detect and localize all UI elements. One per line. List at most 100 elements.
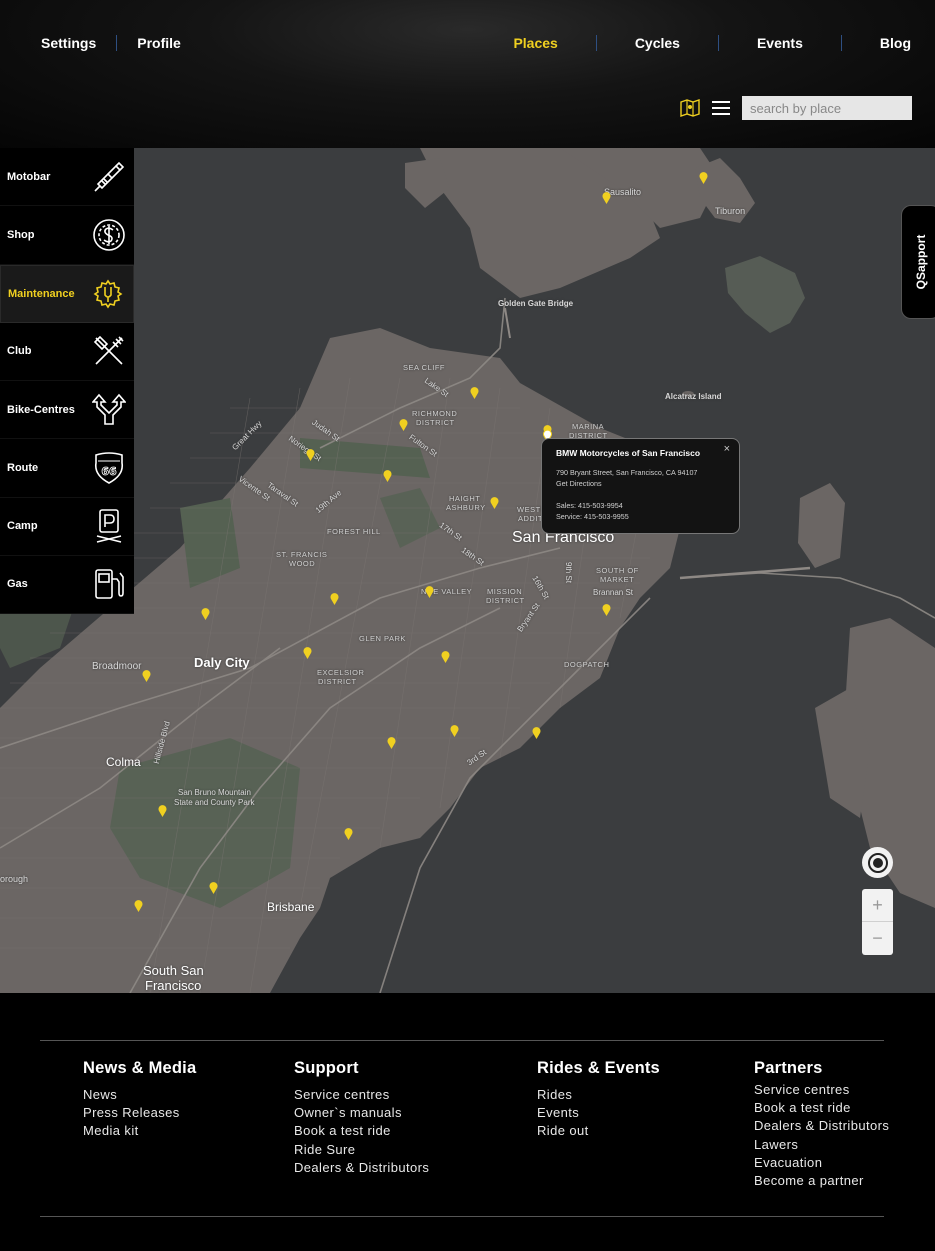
zoom-out-button[interactable]: −	[862, 922, 893, 955]
map-label: FOREST HILL	[327, 527, 381, 536]
qsupport-tab[interactable]: QSapport	[901, 205, 935, 319]
footer-link[interactable]: Media kit	[83, 1122, 196, 1140]
map-toolbar	[680, 96, 912, 120]
map-pin-icon[interactable]	[383, 470, 392, 482]
place-info-popup: BMW Motorcycles of San Francisco × 790 B…	[541, 438, 740, 534]
map-pin-icon[interactable]	[306, 449, 315, 461]
footer-link[interactable]: Book a test ride	[294, 1122, 429, 1140]
popup-close-button[interactable]: ×	[724, 443, 730, 455]
search-input[interactable]	[742, 96, 912, 120]
popup-address: 790 Bryant Street, San Francisco, CA 941…	[556, 468, 698, 477]
nav-cycles[interactable]: Cycles	[635, 35, 680, 51]
footer-link[interactable]: Service centres	[294, 1086, 429, 1104]
footer-column-rides-events: Rides & Events Rides Events Ride out	[537, 1059, 660, 1141]
map-label: Daly City	[194, 655, 250, 670]
popup-service-phone: Service: 415-503-9955	[556, 512, 629, 521]
map-pin-icon[interactable]	[602, 192, 611, 204]
map-pin-icon[interactable]	[399, 419, 408, 431]
map-pin-icon[interactable]	[303, 647, 312, 659]
nav-divider	[116, 35, 118, 51]
map-label: DISTRICT	[416, 418, 455, 427]
map-icon[interactable]	[680, 99, 700, 117]
footer-link[interactable]: Lawers	[754, 1136, 889, 1154]
list-menu-icon[interactable]	[712, 101, 730, 115]
map-label: San Bruno Mountain	[178, 788, 251, 797]
category-motobar[interactable]: Motobar	[0, 148, 134, 207]
map-pin-icon[interactable]	[441, 651, 450, 663]
category-maintenance[interactable]: Maintenance	[0, 264, 134, 323]
map-pin-icon[interactable]	[532, 727, 541, 739]
zoom-in-button[interactable]: +	[862, 889, 893, 922]
header: Settings Profile Places Cycles Events Bl…	[0, 0, 935, 148]
category-route[interactable]: Route 66	[0, 439, 134, 498]
footer-link[interactable]: Ride Sure	[294, 1141, 429, 1159]
nav-profile[interactable]: Profile	[137, 35, 181, 51]
footer-link[interactable]: Dealers & Distributors	[754, 1117, 889, 1135]
category-label: Maintenance	[8, 287, 75, 300]
map-view[interactable]: Sausalito Tiburon Golden Gate Bridge Alc…	[0, 148, 935, 993]
map-label: Francisco	[145, 978, 202, 993]
map-pin-icon[interactable]	[344, 828, 353, 840]
category-shop[interactable]: Shop	[0, 206, 134, 265]
footer-link[interactable]: News	[83, 1086, 196, 1104]
map-pin-icon[interactable]	[209, 882, 218, 894]
map-pin-icon[interactable]	[470, 387, 479, 399]
category-bike-centres[interactable]: Bike-Centres	[0, 381, 134, 440]
footer-link[interactable]: Dealers & Distributors	[294, 1159, 429, 1177]
footer-heading: Rides & Events	[537, 1059, 660, 1077]
footer-divider	[40, 1040, 884, 1041]
street-label: 9th St	[563, 562, 573, 583]
footer-column-support: Support Service centres Owner`s manuals …	[294, 1059, 429, 1177]
map-label: EXCELSIOR	[317, 668, 365, 677]
map-canvas	[0, 148, 935, 993]
map-pin-icon[interactable]	[450, 725, 459, 737]
nav-blog[interactable]: Blog	[880, 35, 911, 51]
map-label: Brisbane	[267, 900, 315, 914]
category-label: Camp	[7, 520, 38, 533]
footer-column-partners: Partners Service centres Book a test rid…	[754, 1059, 889, 1190]
street-label: Brannan St	[593, 588, 634, 597]
nav-settings[interactable]: Settings	[41, 35, 96, 51]
footer-link[interactable]: Rides	[537, 1086, 660, 1104]
get-directions-link[interactable]: Get Directions	[556, 478, 725, 489]
dollar-coin-icon	[93, 219, 125, 251]
gear-wrench-icon	[93, 279, 123, 309]
map-pin-icon[interactable]	[330, 593, 339, 605]
footer-link[interactable]: Service centres	[754, 1081, 889, 1099]
map-label: orough	[0, 874, 29, 884]
category-gas[interactable]: Gas	[0, 556, 134, 614]
map-pin-icon[interactable]	[142, 670, 151, 682]
footer-link[interactable]: Events	[537, 1104, 660, 1122]
map-pin-icon[interactable]	[490, 497, 499, 509]
footer-link[interactable]: Press Releases	[83, 1104, 196, 1122]
map-pin-icon[interactable]	[158, 805, 167, 817]
footer-link[interactable]: Owner`s manuals	[294, 1104, 429, 1122]
map-pin-icon[interactable]	[699, 172, 708, 184]
footer-link[interactable]: Book a test ride	[754, 1099, 889, 1117]
nav-right: Places Cycles Events Blog	[513, 30, 935, 56]
map-label: RICHMOND	[412, 409, 458, 418]
locate-me-button[interactable]	[862, 847, 893, 878]
map-label: ST. FRANCIS	[276, 550, 328, 559]
zoom-control: + −	[862, 889, 893, 955]
nav-places[interactable]: Places	[513, 35, 557, 51]
category-club[interactable]: Club	[0, 323, 134, 381]
category-camp[interactable]: Camp	[0, 498, 134, 556]
footer-column-news-media: News & Media News Press Releases Media k…	[83, 1059, 196, 1141]
footer-link[interactable]: Become a partner	[754, 1172, 889, 1190]
map-pin-icon[interactable]	[602, 604, 611, 616]
map-pin-icon[interactable]	[134, 900, 143, 912]
nav-divider	[595, 35, 597, 51]
map-pin-icon[interactable]	[201, 608, 210, 620]
footer-link[interactable]: Evacuation	[754, 1154, 889, 1172]
popup-title: BMW Motorcycles of San Francisco	[556, 448, 701, 458]
footer-heading: Support	[294, 1059, 359, 1077]
fork-knife-icon	[93, 336, 124, 365]
nav-events[interactable]: Events	[757, 35, 803, 51]
category-label: Bike-Centres	[7, 403, 75, 416]
map-pin-icon[interactable]	[387, 737, 396, 749]
map-pin-icon[interactable]	[425, 586, 434, 598]
map-label: MARKET	[600, 575, 635, 584]
map-label: Colma	[106, 755, 141, 769]
footer-link[interactable]: Ride out	[537, 1122, 660, 1140]
